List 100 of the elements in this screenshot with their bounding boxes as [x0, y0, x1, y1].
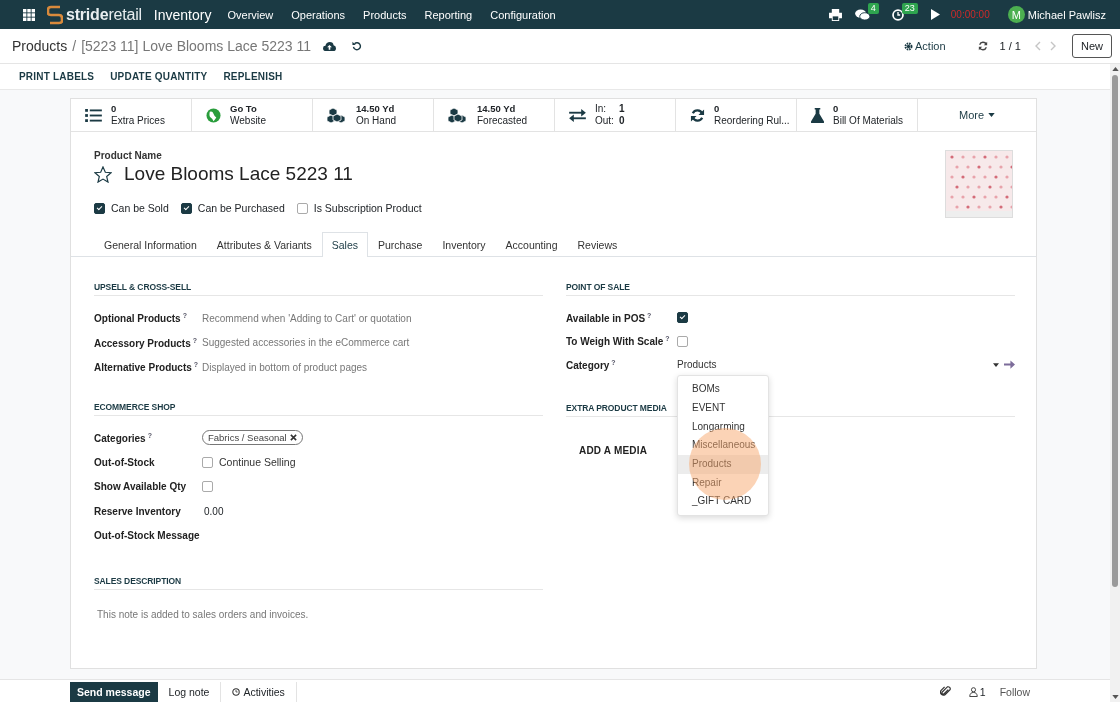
smart-button[interactable]: 0 Reordering Rul... [676, 99, 797, 131]
brand-name[interactable]: strideretail [66, 5, 142, 24]
category-select[interactable]: Products [677, 359, 988, 371]
add-media-button[interactable]: ADD A MEDIA [579, 438, 648, 462]
record-title: [5223 11] Love Blooms Lace 5223 11 [81, 38, 311, 54]
more-button[interactable]: More [918, 99, 1036, 131]
dropdown-option[interactable]: EVENT [678, 398, 768, 418]
menu-item[interactable]: Configuration [490, 8, 556, 21]
smart-button[interactable]: 0 Bill Of Materials [797, 99, 918, 131]
cubes-icon [448, 107, 468, 123]
checkbox[interactable] [677, 335, 688, 347]
smart-button[interactable]: In: 1 Out: 0 [555, 99, 676, 131]
field-label: Reserve Inventory [94, 505, 182, 517]
menu-item[interactable]: Operations [291, 8, 346, 21]
sales-description-field[interactable]: This note is added to sales orders and invoices. [94, 600, 520, 629]
field-label: Show Available Qty [94, 481, 188, 493]
field-label: Out-of-Stock [94, 456, 156, 468]
logo-icon [47, 4, 63, 25]
followers-button[interactable]: 1 [968, 686, 986, 702]
checkbox-label: Can be Purchased [197, 202, 285, 214]
caret-icon[interactable] [993, 362, 999, 367]
user-name[interactable]: Michael Pawlisz [1027, 8, 1106, 21]
toolbar-button[interactable]: UPDATE QUANTITY [110, 71, 208, 82]
printer-icon[interactable] [828, 8, 842, 21]
paperclip-icon[interactable] [939, 686, 951, 697]
menu-item[interactable]: Reporting [424, 8, 473, 21]
field-label: To Weigh With Scale $^{?}$ [566, 335, 671, 348]
field-label: Available in POS $^{?}$ [566, 311, 653, 324]
smart-button[interactable]: Go To Website [192, 99, 313, 131]
log-note-button[interactable]: Log note [157, 682, 222, 702]
input-field[interactable]: Displayed in bottom of product pages [202, 361, 542, 373]
person-icon [968, 687, 978, 697]
refresh-icon [690, 107, 705, 123]
flask-icon [811, 107, 824, 123]
activities-button[interactable]: Activities [221, 682, 297, 702]
tab[interactable]: Accounting [495, 232, 568, 257]
pager-value[interactable]: 1 / 1 [999, 40, 1021, 52]
menu-item[interactable]: Products [363, 8, 407, 21]
checkbox[interactable] [202, 481, 213, 493]
clock-icon [232, 688, 241, 696]
breadcrumb-link[interactable]: Products [12, 38, 68, 54]
tab[interactable]: Reviews [567, 232, 628, 257]
scrollbar[interactable] [1110, 64, 1120, 702]
new-button[interactable]: New [1072, 34, 1112, 58]
star-icon[interactable] [94, 165, 112, 183]
play-icon[interactable] [930, 9, 940, 20]
tab[interactable]: Inventory [432, 232, 496, 257]
remove-icon[interactable] [289, 434, 297, 442]
tab[interactable]: Purchase [368, 232, 433, 257]
toolbar-button[interactable]: PRINT LABELS [19, 71, 95, 82]
app-name[interactable]: Inventory [153, 6, 212, 23]
field-label: Optional Products $^{?}$ [94, 312, 188, 325]
checkbox[interactable] [677, 312, 688, 324]
product-name-field[interactable]: Love Blooms Lace 5223 11 [124, 163, 353, 185]
scrollbar-thumb[interactable] [1112, 75, 1118, 587]
smart-button[interactable]: 14.50 Yd Forecasted [434, 99, 555, 131]
clock-icon[interactable] [891, 8, 904, 21]
smart-button[interactable]: 0 Extra Prices [71, 99, 192, 131]
field-label: Categories $^{?}$ [94, 431, 153, 444]
apps-menu-icon[interactable] [23, 8, 35, 21]
tab[interactable]: Sales [321, 232, 368, 257]
section-title: ECOMMERCE SHOP [94, 401, 543, 416]
section-title: POINT OF SALE [566, 282, 1015, 296]
cloud-upload-icon[interactable] [323, 41, 336, 51]
dropdown-option[interactable]: BOMs [678, 380, 768, 399]
toolbar-button[interactable]: REPLENISH [223, 71, 283, 82]
checkbox[interactable] [296, 202, 308, 214]
input-field[interactable]: Suggested accessories in the eCommerce cart [202, 337, 542, 349]
dropdown-option[interactable]: _GIFT CARD [678, 492, 768, 512]
send-message-button[interactable]: Send message [70, 682, 158, 702]
cubes-icon [327, 107, 347, 123]
refresh-icon[interactable] [977, 41, 988, 51]
scroll-up-icon[interactable] [1111, 67, 1119, 71]
gear-icon [904, 41, 913, 51]
checkbox[interactable] [202, 456, 213, 468]
smart-button[interactable]: 14.50 Yd On Hand [313, 99, 434, 131]
breadcrumb-separator: / [72, 38, 77, 54]
checkbox[interactable] [94, 202, 105, 214]
checkbox-label: Is Subscription Product [313, 202, 422, 214]
scroll-down-icon[interactable] [1111, 695, 1119, 699]
menu-item[interactable]: Overview [227, 8, 274, 21]
checkbox[interactable] [180, 202, 192, 214]
tab[interactable]: Attributes & Variants [206, 232, 322, 257]
action-menu-button[interactable]: Action [904, 40, 946, 52]
undo-icon[interactable] [352, 41, 362, 51]
arrows-icon [569, 108, 586, 122]
follow-button[interactable]: Follow [999, 686, 1030, 702]
field-label: Out-of-Stock Message [94, 530, 201, 542]
number-field[interactable]: 0.00 [202, 505, 543, 517]
tab[interactable]: General Information [94, 232, 207, 257]
arrow-right-icon[interactable] [1004, 359, 1015, 371]
timer: 00:00:00 [950, 9, 990, 20]
input-field[interactable]: Recommend when 'Adding to Cart' or quotation [202, 312, 542, 324]
field-label: Category $^{?}$ [566, 358, 617, 371]
caret-icon [988, 113, 996, 117]
message-count-badge: 4 [867, 2, 879, 14]
chat-icon[interactable] [854, 8, 870, 21]
section-title: UPSELL & CROSS-SELL [94, 282, 543, 296]
dropdown-option[interactable]: Longarming [678, 417, 768, 437]
field-label: Accessory Products $^{?}$ [94, 336, 198, 349]
